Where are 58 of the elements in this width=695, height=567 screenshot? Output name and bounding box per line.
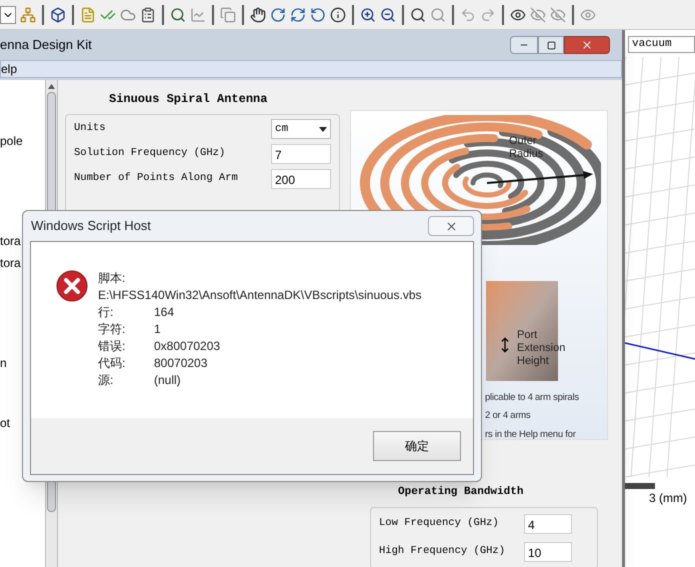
row-label: 源: bbox=[98, 372, 114, 389]
rotate-back-icon[interactable] bbox=[310, 6, 326, 22]
eye-icon[interactable] bbox=[510, 6, 526, 22]
search-icon[interactable] bbox=[410, 6, 426, 22]
zoom-in-icon[interactable] bbox=[360, 6, 376, 22]
ok-button[interactable]: 确定 bbox=[373, 431, 461, 461]
row-value: 80070203 bbox=[154, 355, 208, 372]
hand-icon[interactable] bbox=[250, 6, 266, 22]
row-value: (null) bbox=[154, 372, 181, 389]
window-title: enna Design Kit bbox=[0, 36, 92, 54]
select-value: cm bbox=[275, 122, 288, 137]
field-label: Low Frequency (GHz) bbox=[379, 516, 500, 531]
input-field[interactable]: 4 bbox=[524, 514, 572, 534]
row-label: 字符: bbox=[98, 321, 126, 338]
close-icon bbox=[581, 39, 593, 51]
zoom-out-icon[interactable] bbox=[380, 6, 396, 22]
maximize-icon bbox=[546, 40, 556, 50]
section-title: Operating Bandwidth bbox=[398, 485, 524, 500]
cloud-icon[interactable] bbox=[120, 6, 136, 22]
row-label: 代码: bbox=[98, 355, 126, 372]
row-label: 脚本: bbox=[98, 270, 126, 287]
note-text: rs in the Help menu for bbox=[485, 428, 577, 442]
note-text: plicable to 4 arm spirals bbox=[485, 391, 579, 405]
close-button[interactable] bbox=[564, 36, 610, 54]
search-icon[interactable] bbox=[170, 6, 186, 22]
row-label: 行: bbox=[98, 304, 114, 321]
clipboard-icon[interactable] bbox=[140, 6, 156, 22]
input-field[interactable]: 200 bbox=[271, 169, 331, 189]
row-label: 错误: bbox=[98, 338, 126, 355]
refresh-icon[interactable] bbox=[290, 6, 306, 22]
row-value: 0x80070203 bbox=[154, 338, 220, 355]
input-field[interactable]: 7 bbox=[271, 144, 331, 164]
units-select[interactable]: cm bbox=[271, 119, 331, 139]
row-value: 1 bbox=[154, 321, 161, 338]
material-field[interactable]: vacuum bbox=[628, 36, 695, 53]
field-label: High Frequency (GHz) bbox=[379, 544, 506, 559]
input-field[interactable]: 10 bbox=[524, 542, 572, 562]
dialog-title: Windows Script Host bbox=[31, 217, 151, 236]
error-icon bbox=[56, 270, 88, 302]
close-icon bbox=[444, 220, 458, 232]
maximize-button[interactable] bbox=[538, 36, 564, 54]
field-label: Units bbox=[74, 121, 106, 136]
dropdown-button[interactable] bbox=[0, 6, 16, 24]
field-label: Solution Frequency (GHz) bbox=[74, 146, 226, 162]
close-button[interactable] bbox=[428, 216, 474, 236]
row-value: E:\HFSS140Win32\Ansoft\AntennaDK\VBscripts\sinuous.vbs bbox=[98, 287, 422, 304]
scale-label: 3 (mm) bbox=[649, 490, 688, 507]
rotate-icon[interactable] bbox=[270, 6, 286, 22]
scale-bar bbox=[625, 483, 655, 489]
panel-title: Sinuous Spiral Antenna bbox=[109, 91, 268, 108]
caret-icon bbox=[319, 126, 327, 132]
field-label: Number of Points Along Arm bbox=[74, 171, 238, 186]
row-value: 164 bbox=[154, 304, 174, 321]
tree-item[interactable]: pole bbox=[0, 132, 45, 150]
cube-icon[interactable] bbox=[50, 6, 66, 22]
info-icon[interactable] bbox=[330, 6, 346, 22]
menu-item[interactable]: elp bbox=[1, 60, 18, 78]
note-text: 2 or 4 arms bbox=[485, 409, 532, 424]
